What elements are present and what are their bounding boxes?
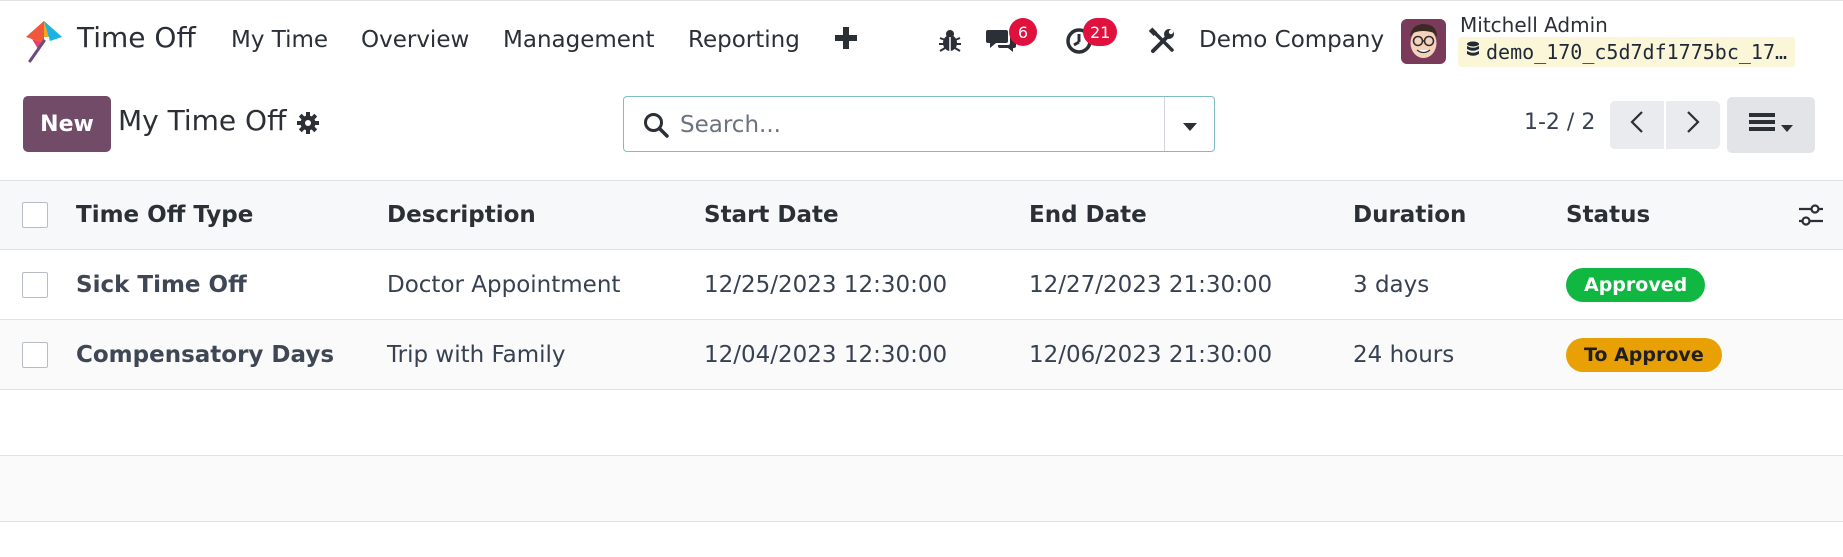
cell-time-off-type[interactable]: Sick Time Off [76,250,247,319]
status-badge: To Approve [1566,337,1722,372]
user-name[interactable]: Mitchell Admin [1460,13,1608,37]
table-row[interactable]: Sick Time Off Doctor Appointment 12/25/2… [0,250,1843,320]
menu-management[interactable]: Management [503,27,655,53]
search-options-toggle[interactable] [1164,97,1214,151]
list-view-icon [1749,112,1775,138]
database-name: demo_170_c5d7df1775bc_17… [1486,40,1788,64]
row-checkbox-cell [22,250,48,319]
new-button[interactable]: New [23,96,111,152]
empty-row [0,456,1843,522]
select-all-checkbox[interactable] [22,202,48,228]
table-header: Time Off Type Description Start Date End… [0,180,1843,250]
cell-description[interactable]: Trip with Family [387,320,566,389]
cell-status: Approved [1566,250,1706,319]
cell-start-date[interactable]: 12/25/2023 12:30:00 [704,250,947,319]
row-checkbox[interactable] [22,341,48,368]
chevron-right-icon [1686,110,1700,140]
database-chip: demo_170_c5d7df1775bc_17… [1458,37,1796,67]
row-checkbox-cell [22,320,48,389]
avatar[interactable] [1401,19,1446,64]
bug-icon[interactable] [934,25,966,57]
top-navbar: Time Off My Time Overview Management Rep… [0,0,1843,82]
status-badge: Approved [1566,267,1706,302]
cell-duration[interactable]: 3 days [1353,250,1429,319]
pager-value[interactable]: 1-2 / 2 [1524,110,1595,135]
cell-start-date[interactable]: 12/04/2023 12:30:00 [704,320,947,389]
row-checkbox[interactable] [22,271,48,298]
menu-my-time[interactable]: My Time [231,27,328,53]
caret-down-icon [1781,113,1793,138]
select-all-checkbox-cell [22,181,48,249]
empty-row [0,390,1843,456]
column-header-status[interactable]: Status [1566,181,1650,249]
search-box [623,96,1215,152]
plus-icon[interactable] [833,25,859,51]
time-off-list: Time Off Type Description Start Date End… [0,180,1843,522]
search-input[interactable] [680,105,1180,145]
optional-columns-icon[interactable] [1798,181,1824,249]
cell-status: To Approve [1566,320,1722,389]
column-header-end-date[interactable]: End Date [1029,181,1147,249]
cell-end-date[interactable]: 12/27/2023 21:30:00 [1029,250,1272,319]
column-header-start-date[interactable]: Start Date [704,181,839,249]
search-icon [642,111,670,139]
app-logo-icon[interactable] [22,19,66,63]
database-icon [1466,40,1480,64]
caret-down-icon [1182,112,1197,137]
activities-badge: 21 [1083,18,1118,46]
app-title[interactable]: Time Off [77,21,196,54]
cell-end-date[interactable]: 12/06/2023 21:30:00 [1029,320,1272,389]
menu-reporting[interactable]: Reporting [688,27,800,53]
pager-previous-button[interactable] [1610,101,1664,149]
cell-description[interactable]: Doctor Appointment [387,250,620,319]
view-switcher-button[interactable] [1727,97,1815,153]
chevron-left-icon [1630,110,1644,140]
messages-badge: 6 [1009,18,1037,46]
pager-next-button[interactable] [1666,101,1720,149]
column-header-time-off-type[interactable]: Time Off Type [76,181,253,249]
cell-time-off-type[interactable]: Compensatory Days [76,320,334,389]
column-header-description[interactable]: Description [387,181,536,249]
column-header-duration[interactable]: Duration [1353,181,1466,249]
menu-overview[interactable]: Overview [361,27,469,53]
tools-icon[interactable] [1146,25,1178,57]
company-switcher[interactable]: Demo Company [1199,27,1384,53]
table-row[interactable]: Compensatory Days Trip with Family 12/04… [0,320,1843,390]
page-title: My Time Off [118,104,287,137]
cell-duration[interactable]: 24 hours [1353,320,1454,389]
gear-icon[interactable] [296,111,320,135]
